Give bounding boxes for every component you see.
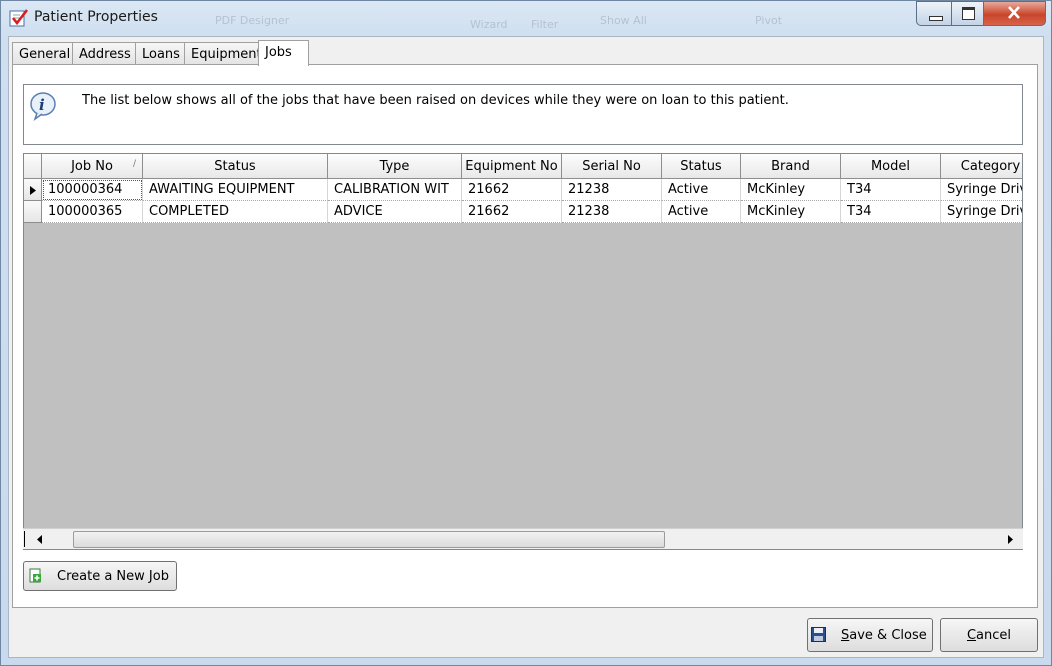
save-and-close-button[interactable]: Save & Close	[807, 618, 933, 652]
minimize-icon	[929, 16, 943, 21]
row-selector[interactable]	[24, 179, 42, 201]
tab-equipment[interactable]: Equipment	[184, 42, 269, 64]
cell-status[interactable]: COMPLETED	[143, 201, 328, 223]
title-bar[interactable]: PDF Designer Wizard Filter Show All Pivo…	[0, 0, 1052, 36]
column-header-label: Job No	[71, 159, 113, 174]
cell-equipment-no[interactable]: 21662	[462, 201, 562, 223]
column-header-serial-no[interactable]: Serial No	[562, 154, 662, 179]
sort-indicator-icon: ∕	[132, 159, 136, 169]
add-document-icon	[29, 568, 41, 583]
scroll-right-button[interactable]	[1002, 530, 1019, 548]
cell-type[interactable]: CALIBRATION WIT	[328, 179, 462, 201]
cell-job-no[interactable]: 100000364	[42, 179, 143, 201]
cell-type[interactable]: ADVICE	[328, 201, 462, 223]
ribbon-ghost-item: Show All	[600, 14, 647, 27]
row-selector-header	[24, 154, 42, 179]
tab-address[interactable]: Address	[72, 42, 138, 64]
svg-text:i: i	[39, 96, 45, 114]
cell-category[interactable]: Syringe Driver	[941, 201, 1022, 223]
row-selector[interactable]	[24, 201, 42, 223]
tab-jobs[interactable]: Jobs	[258, 40, 309, 66]
save-and-close-label: Save & Close	[841, 628, 927, 643]
current-row-arrow-icon	[30, 186, 36, 195]
cancel-label-rest: ancel	[976, 628, 1012, 643]
info-icon: i	[30, 92, 56, 121]
tab-general[interactable]: General	[12, 42, 78, 64]
app-checkmark-icon	[9, 9, 29, 27]
column-header-status[interactable]: Status	[143, 154, 328, 179]
maximize-button[interactable]	[951, 1, 986, 26]
cell-job-no[interactable]: 100000365	[42, 201, 143, 223]
cell-model[interactable]: T34	[841, 201, 941, 223]
ribbon-ghost-item: Pivot	[755, 14, 783, 27]
ribbon-ghost-item: PDF Designer	[215, 14, 290, 27]
cell-equip-status[interactable]: Active	[662, 201, 741, 223]
ribbon-ghost-item: Filter	[531, 18, 559, 31]
cancel-label: Cancel	[941, 628, 1037, 643]
column-header-equipment-no[interactable]: Equipment No	[462, 154, 562, 179]
window-title: Patient Properties	[34, 9, 158, 25]
save-label-rest: ave & Close	[849, 628, 927, 643]
column-header-category[interactable]: Category	[941, 154, 1022, 179]
column-header-brand[interactable]: Brand	[741, 154, 841, 179]
create-new-job-button[interactable]: Create a New Job	[23, 561, 177, 591]
jobs-grid[interactable]: Job No ∕ Status Type Equipment No Serial…	[23, 153, 1023, 550]
cell-status[interactable]: AWAITING EQUIPMENT	[143, 179, 328, 201]
table-row[interactable]: 100000365 COMPLETED ADVICE 21662 21238 A…	[24, 201, 1022, 223]
cell-equipment-no[interactable]: 21662	[462, 179, 562, 201]
scroll-left-button[interactable]	[31, 530, 48, 548]
info-message: The list below shows all of the jobs tha…	[82, 93, 789, 108]
cell-serial-no[interactable]: 21238	[562, 201, 662, 223]
horizontal-scrollbar[interactable]	[23, 528, 1023, 549]
scroll-thumb[interactable]	[73, 531, 665, 548]
column-header-job-no[interactable]: Job No ∕	[42, 154, 143, 179]
scroll-left-edge	[24, 531, 25, 547]
cell-equip-status[interactable]: Active	[662, 179, 741, 201]
maximize-icon	[962, 7, 975, 20]
cell-serial-no[interactable]: 21238	[562, 179, 662, 201]
column-header-equip-status[interactable]: Status	[662, 154, 741, 179]
cell-category[interactable]: Syringe Driver	[941, 179, 1022, 201]
floppy-disk-icon	[811, 627, 826, 642]
minimize-button[interactable]	[916, 1, 954, 26]
column-header-model[interactable]: Model	[841, 154, 941, 179]
ribbon-ghost-item: Wizard	[470, 18, 508, 31]
cell-brand[interactable]: McKinley	[741, 179, 841, 201]
cancel-label-accelerator: C	[966, 628, 977, 643]
table-row[interactable]: 100000364 AWAITING EQUIPMENT CALIBRATION…	[24, 179, 1022, 201]
close-button[interactable]	[983, 1, 1046, 26]
cancel-button[interactable]: Cancel	[940, 618, 1038, 652]
close-icon	[1008, 6, 1020, 19]
tab-loans[interactable]: Loans	[135, 42, 187, 64]
cell-model[interactable]: T34	[841, 179, 941, 201]
cell-brand[interactable]: McKinley	[741, 201, 841, 223]
arrow-left-icon	[37, 535, 42, 544]
column-header-type[interactable]: Type	[328, 154, 462, 179]
create-new-job-label: Create a New Job	[57, 569, 169, 584]
arrow-right-icon	[1008, 535, 1013, 544]
